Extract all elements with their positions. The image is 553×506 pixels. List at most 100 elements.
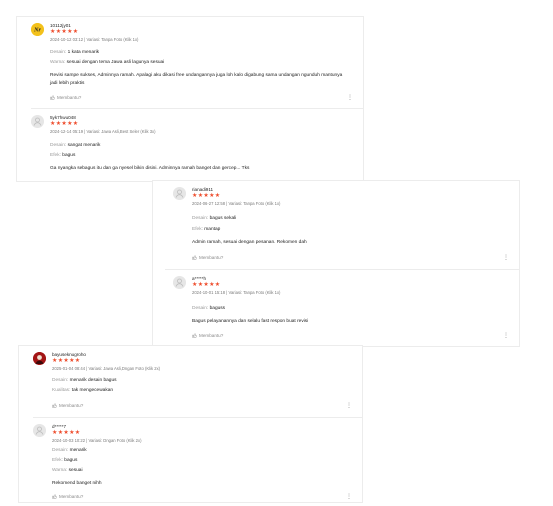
attribute-label: Desain: xyxy=(52,448,69,453)
helpful-button[interactable]: Membantu? xyxy=(192,255,223,260)
review-item: a*****h ★★★★★ 2024-10-01 15:18 | Variasi… xyxy=(153,270,519,348)
attribute-value: sesuai dengan tema Jawa asli lagunya ses… xyxy=(66,60,165,65)
attribute-value: baguss xyxy=(209,306,226,311)
attribute-label: Desain: xyxy=(192,306,209,311)
star-icon: ★ xyxy=(214,193,221,199)
thumbs-up-icon xyxy=(52,403,57,408)
attribute-value: tak mengecewakan xyxy=(71,388,114,393)
helpful-button[interactable]: Membantu? xyxy=(52,403,83,408)
avatar-photo-icon xyxy=(33,352,46,365)
attribute-value: bagus xyxy=(62,153,76,158)
review-attribute: Desain: baguss xyxy=(192,306,225,311)
avatar[interactable]: Nr xyxy=(31,23,44,36)
reviewer-username: a*****h xyxy=(192,276,207,281)
reviewer-username: d*****7 xyxy=(52,424,67,429)
review-attribute: Efek: mantap xyxy=(192,227,220,232)
attribute-value: mantap xyxy=(204,227,221,232)
helpful-label: Membantu? xyxy=(57,95,82,100)
avatar[interactable] xyxy=(173,276,186,289)
attribute-label: Kualitas: xyxy=(52,388,71,393)
review-panel-middle-right: rianadi911 ★★★★★ 2024-06-27 12:58 | Vari… xyxy=(152,180,520,347)
review-attribute: Desain: sangat menarik xyxy=(50,143,100,148)
user-placeholder-icon xyxy=(31,115,44,128)
user-placeholder-icon xyxy=(173,187,186,200)
review-attribute: Warna: sesuai xyxy=(52,468,83,473)
more-options-icon[interactable]: ⋮ xyxy=(503,333,509,339)
attribute-value: menarik desain bagus xyxy=(69,378,117,383)
helpful-label: Membantu? xyxy=(199,333,224,338)
more-options-icon[interactable]: ⋮ xyxy=(347,95,353,101)
review-comment: Admin ramah, sesuai dengan pesanan. Reko… xyxy=(192,240,307,245)
thumbs-up-icon xyxy=(52,494,57,499)
attribute-label: Warna: xyxy=(52,468,68,473)
svg-text:Nr: Nr xyxy=(33,28,41,34)
thumbs-up-icon xyxy=(50,95,55,100)
attribute-value: bagus sekali xyxy=(209,216,237,221)
attribute-label: Efek: xyxy=(52,458,63,463)
attribute-label: Desain: xyxy=(50,143,67,148)
review-panel-top-left: Nr 10112jy01 ★★★★★ 2024-10-12 03:12 | Va… xyxy=(16,16,364,182)
review-attribute: Desain: menarik xyxy=(52,448,87,453)
helpful-button[interactable]: Membantu? xyxy=(50,95,81,100)
more-options-icon[interactable]: ⋮ xyxy=(346,494,352,500)
avatar[interactable] xyxy=(33,352,46,365)
review-attribute: Efek: bagus xyxy=(50,153,75,158)
review-meta: 2024-12-14 05:19 | Variasi: Jawa Asli,Be… xyxy=(50,129,156,134)
review-item: rianadi911 ★★★★★ 2024-06-27 12:58 | Vari… xyxy=(153,181,519,270)
helpful-label: Membantu? xyxy=(59,494,84,499)
user-placeholder-icon xyxy=(173,276,186,289)
helpful-label: Membantu? xyxy=(59,403,84,408)
helpful-button[interactable]: Membantu? xyxy=(52,494,83,499)
review-attribute: Warna: sesuai dengan tema Jawa asli lagu… xyxy=(50,60,164,65)
rating-stars: ★★★★★ xyxy=(50,29,78,35)
attribute-label: Desain: xyxy=(52,378,69,383)
attribute-value: sesuai xyxy=(68,468,83,473)
review-meta: 2024-10-12 03:12 | Variasi: Tanpa Foto (… xyxy=(50,37,139,42)
rating-stars: ★★★★★ xyxy=(52,430,80,436)
avatar[interactable] xyxy=(31,115,44,128)
review-item: bayuseknugroho ★★★★★ 2025-01-04 08:44 | … xyxy=(19,346,362,418)
more-options-icon[interactable]: ⋮ xyxy=(503,255,509,261)
review-attribute: Efek: bagus xyxy=(52,458,77,463)
attribute-value: menarik xyxy=(69,448,87,453)
review-attribute: Desain: bagus sekali xyxy=(192,216,236,221)
review-comment: Revisi sampe sukses, Adminnya ramah. Apa… xyxy=(50,73,343,86)
reviewer-username: rianadi911 xyxy=(192,187,214,192)
attribute-label: Desain: xyxy=(50,50,67,55)
attribute-value: sangat menarik xyxy=(67,143,101,148)
review-meta: 2024-10-01 15:18 | Variasi: Tanpa Foto (… xyxy=(192,290,281,295)
attribute-value: bagus xyxy=(64,458,78,463)
reviewer-username: 5yk7hwu048 xyxy=(50,115,76,120)
attribute-label: Warna: xyxy=(50,60,66,65)
review-meta: 2024-10-03 10:22 | Variasi: Dngan Foto (… xyxy=(52,438,142,443)
review-item: 5yk7hwu048 ★★★★★ 2024-12-14 05:19 | Vari… xyxy=(17,109,363,183)
rating-stars: ★★★★★ xyxy=(192,193,220,199)
star-icon: ★ xyxy=(72,29,79,35)
review-item: Nr 10112jy01 ★★★★★ 2024-10-12 03:12 | Va… xyxy=(17,17,363,109)
avatar[interactable] xyxy=(173,187,186,200)
reviewer-username: bayuseknugroho xyxy=(52,352,86,357)
rating-stars: ★★★★★ xyxy=(52,358,80,364)
review-comment: Rekomend banget nihh xyxy=(52,481,102,486)
user-placeholder-icon xyxy=(33,424,46,437)
review-meta: 2025-01-04 08:44 | Variasi: Jawa Asli,Dn… xyxy=(52,366,161,371)
attribute-label: Efek: xyxy=(50,153,61,158)
star-icon: ★ xyxy=(74,358,81,364)
review-comment: Ga nyangka sebagus itu dan ga nyesel bik… xyxy=(50,166,250,171)
review-attribute: Kualitas: tak mengecewakan xyxy=(52,388,113,393)
review-panel-bottom-left: bayuseknugroho ★★★★★ 2025-01-04 08:44 | … xyxy=(18,345,363,503)
attribute-label: Efek: xyxy=(192,227,203,232)
thumbs-up-icon xyxy=(192,333,197,338)
more-options-icon[interactable]: ⋮ xyxy=(346,403,352,409)
attribute-label: Desain: xyxy=(192,216,209,221)
thumbs-up-icon xyxy=(192,255,197,260)
helpful-label: Membantu? xyxy=(199,255,224,260)
review-attribute: Desain: menarik desain bagus xyxy=(52,378,117,383)
review-attribute: Desain: 1 kata menarik xyxy=(50,50,99,55)
avatar-logo-icon: Nr xyxy=(31,23,44,36)
avatar[interactable] xyxy=(33,424,46,437)
review-item: d*****7 ★★★★★ 2024-10-03 10:22 | Variasi… xyxy=(19,418,362,504)
star-icon: ★ xyxy=(214,282,221,288)
rating-stars: ★★★★★ xyxy=(50,121,78,127)
helpful-button[interactable]: Membantu? xyxy=(192,333,223,338)
